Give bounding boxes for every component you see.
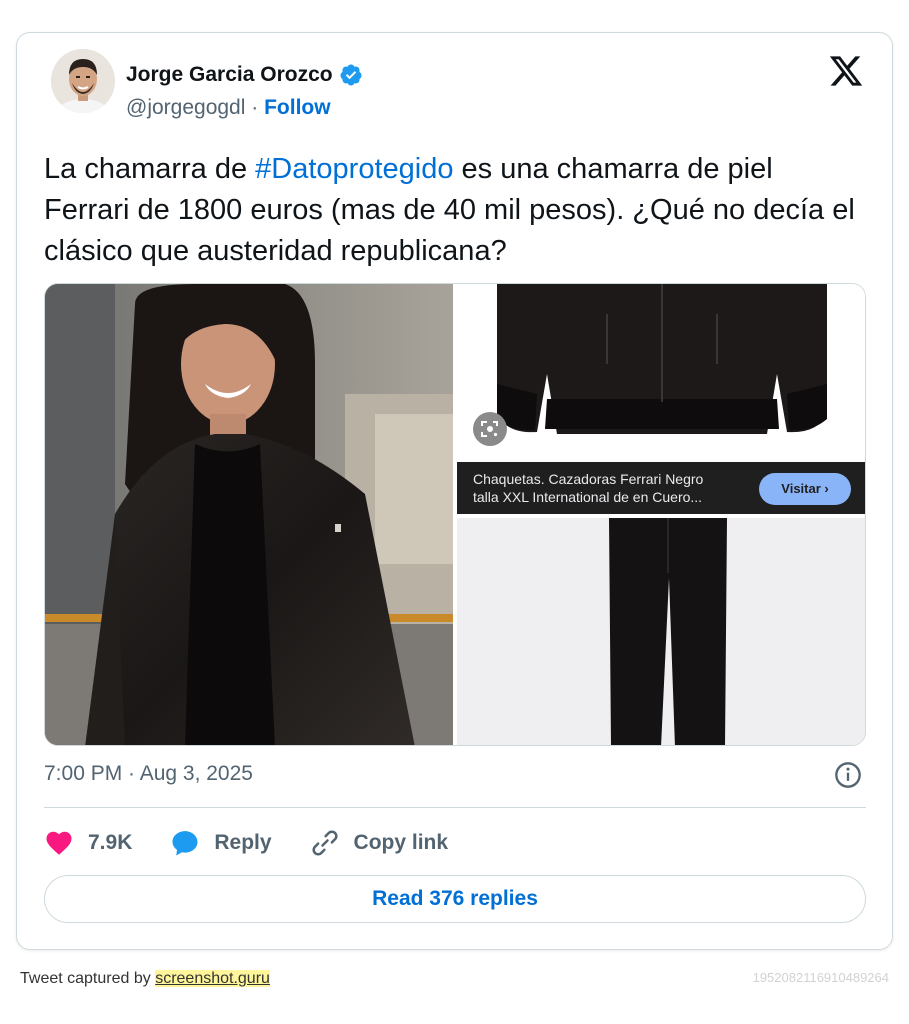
reply-label: Reply [214, 831, 272, 854]
photo-woman-leather-jacket[interactable] [45, 284, 453, 745]
avatar-image [51, 49, 115, 113]
visit-button[interactable]: Visitar › [759, 473, 851, 505]
product-caption-line1: Chaquetas. Cazadoras Ferrari Negro [473, 471, 704, 487]
author-name[interactable]: Jorge Garcia Orozco [126, 63, 333, 87]
like-count: 7.9K [88, 831, 133, 854]
photo-woman-leather-jacket-image [45, 284, 453, 745]
heart-icon [46, 831, 72, 855]
tweet-card: Jorge Garcia Orozco @jorgegogdl · Follow… [16, 32, 893, 950]
hashtag-link[interactable]: #Datoprotegido [255, 153, 453, 185]
author-avatar[interactable] [51, 49, 115, 113]
tweet-text: La chamarra de #Datoprotegido es una cha… [44, 149, 864, 272]
action-bar: 7.9K Reply Copy link [44, 823, 486, 863]
photo-product-jacket[interactable]: Chaquetas. Cazadoras Ferrari Negro talla… [457, 284, 865, 514]
product-caption-bar: Chaquetas. Cazadoras Ferrari Negro talla… [457, 462, 865, 514]
black-pants-image [457, 518, 865, 745]
product-jacket-image [457, 284, 865, 462]
copy-link-button[interactable]: Copy link [310, 828, 449, 858]
tweet-text-start: La chamarra de [44, 153, 256, 185]
product-caption-line2: talla XXL International de en Cuero... [473, 489, 703, 505]
tweet-id: 1952082116910489264 [752, 970, 889, 985]
verified-badge-icon [340, 64, 362, 86]
divider [44, 807, 866, 808]
follow-button[interactable]: Follow [264, 96, 331, 119]
read-replies-button[interactable]: Read 376 replies [44, 875, 866, 923]
copy-link-label: Copy link [353, 831, 449, 854]
reply-button[interactable]: Reply [170, 828, 272, 858]
handle-separator: · [245, 96, 265, 119]
author-name-row[interactable]: Jorge Garcia Orozco [126, 63, 363, 87]
lens-glyph [481, 421, 498, 437]
speech-bubble-icon [172, 831, 198, 856]
media-grid: Chaquetas. Cazadoras Ferrari Negro talla… [44, 283, 866, 746]
author-handle[interactable]: @jorgegogdl [126, 96, 245, 119]
like-button[interactable]: 7.9K [44, 828, 132, 858]
capture-credit-link[interactable]: screenshot.guru [155, 970, 270, 987]
info-icon[interactable] [834, 761, 862, 789]
photo-black-pants[interactable] [457, 518, 865, 745]
handle-row: @jorgegogdl · Follow [126, 96, 331, 120]
google-lens-icon[interactable] [473, 412, 507, 446]
capture-credit-prefix: Tweet captured by [20, 970, 156, 987]
link-icon [312, 830, 338, 856]
x-logo-icon[interactable] [828, 53, 864, 89]
capture-credit: Tweet captured by screenshot.guru [20, 970, 270, 988]
tweet-timestamp[interactable]: 7:00 PM · Aug 3, 2025 [44, 762, 253, 786]
